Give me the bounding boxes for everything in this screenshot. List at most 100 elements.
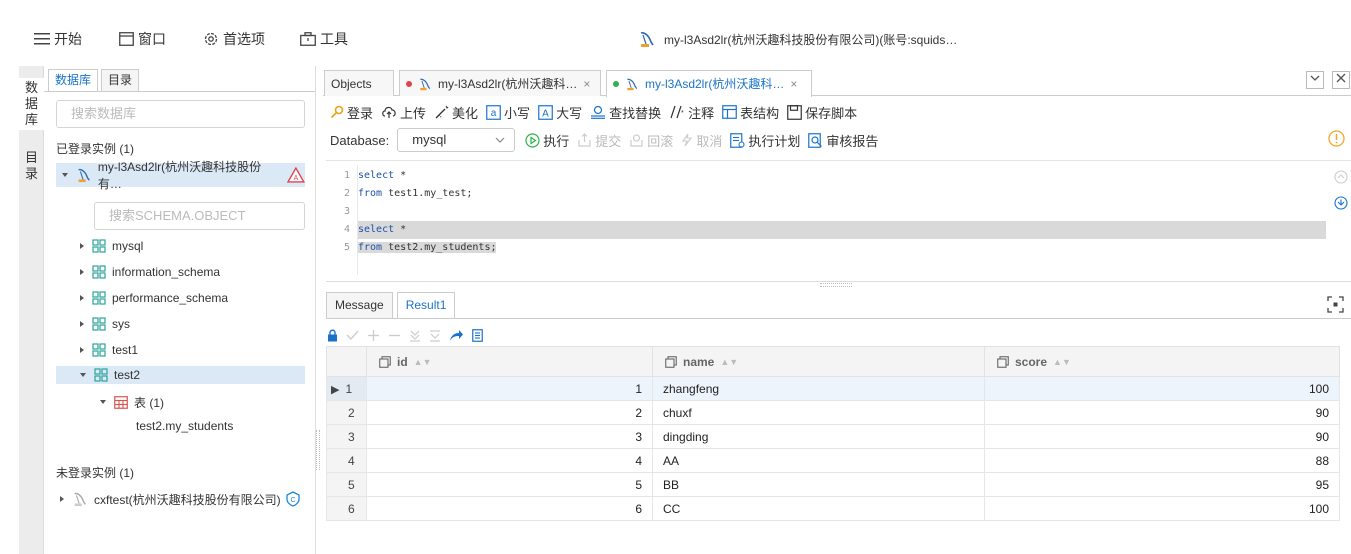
comment-button[interactable]: * 注释	[669, 103, 714, 122]
schema-item-test1[interactable]: test1	[80, 341, 138, 359]
schema-item-mysql[interactable]: mysql	[80, 237, 143, 255]
lock-icon[interactable]	[327, 329, 338, 342]
table-row[interactable]: 5 5 BB 95	[326, 472, 1340, 497]
login-label: 登录	[347, 105, 374, 121]
sidebar-tab-database[interactable]: 数据库	[48, 69, 99, 91]
divider	[326, 318, 1351, 319]
cell-score[interactable]: 100	[984, 376, 1340, 401]
menu-preferences[interactable]: 首选项	[203, 29, 265, 49]
sql-code-editor[interactable]: 1 select * 2 from test1.my_test; 3 4 select…	[326, 160, 1351, 282]
cancel-button[interactable]: 取消	[681, 131, 722, 150]
table-item-label: test2.my_students	[136, 419, 234, 433]
rail-tab-database[interactable]: 数据库	[19, 78, 44, 130]
cell-score[interactable]: 95	[984, 472, 1340, 497]
cell-score[interactable]: 100	[984, 496, 1340, 521]
table-row[interactable]: ▶ 1 1 zhangfeng 100	[326, 376, 1340, 401]
execution-plan-button[interactable]: 执行计划	[730, 131, 800, 150]
move-bottom-icon[interactable]	[429, 329, 441, 342]
close-icon[interactable]: ×	[790, 72, 797, 96]
sort-icon[interactable]: ▲▼	[720, 357, 738, 367]
rollback-button[interactable]: 回滚	[629, 131, 673, 150]
cell-name[interactable]: BB	[652, 472, 985, 497]
cell-id[interactable]: 6	[366, 496, 653, 521]
table-row[interactable]: 2 2 chuxf 90	[326, 400, 1340, 425]
sort-icon[interactable]: ▲▼	[414, 357, 432, 367]
menu-tools[interactable]: 工具	[300, 29, 348, 49]
delete-row-icon[interactable]	[388, 329, 401, 342]
tab-result1[interactable]: Result1	[396, 292, 456, 318]
cell-id[interactable]: 4	[366, 448, 653, 473]
close-panel-button[interactable]	[1332, 71, 1350, 89]
schema-search-input[interactable]: 搜索SCHEMA.OBJECT	[94, 202, 305, 230]
schema-item-information-schema[interactable]: information_schema	[80, 263, 220, 281]
uppercase-button[interactable]: A 大写	[538, 103, 582, 122]
upload-button[interactable]: 上传	[381, 103, 426, 122]
cell-name[interactable]: zhangfeng	[652, 376, 985, 401]
save-script-button[interactable]: 保存脚本	[787, 103, 857, 122]
tab-objects[interactable]: Objects	[324, 70, 394, 96]
audit-report-button[interactable]: 审核报告	[808, 131, 878, 150]
close-icon[interactable]: ×	[583, 72, 590, 96]
commit-button[interactable]: 提交	[577, 131, 621, 150]
cell-score[interactable]: 88	[984, 448, 1340, 473]
menu-window[interactable]: 窗口	[119, 29, 166, 49]
menu-start[interactable]: 开始	[34, 29, 82, 49]
execute-button[interactable]: 执行	[525, 131, 569, 150]
tab-sql-editor-1[interactable]: my-l3Asd2lr(杭州沃趣科… ×	[399, 70, 601, 96]
database-search-input[interactable]: 搜索数据库	[56, 100, 305, 128]
table-row[interactable]: 3 3 dingding 90	[326, 424, 1340, 449]
collapse-button[interactable]	[1306, 71, 1324, 89]
fullscreen-icon[interactable]	[1327, 296, 1344, 313]
sidebar-resize-handle[interactable]	[316, 430, 320, 470]
table-row[interactable]: 6 6 CC 100	[326, 496, 1340, 521]
tab-message[interactable]: Message	[326, 292, 393, 318]
cell-name[interactable]: AA	[652, 448, 985, 473]
beautify-button[interactable]: 美化	[434, 103, 478, 122]
database-select[interactable]: mysql	[397, 128, 516, 152]
cell-id[interactable]: 1	[366, 376, 653, 401]
move-down-icon[interactable]	[409, 329, 421, 342]
unlogged-instance-row[interactable]: cxftest(杭州沃趣科技股份有限公司) C	[60, 490, 301, 508]
vertical-tab-rail: 数据库 目录	[19, 66, 44, 554]
lowercase-button[interactable]: a 小写	[486, 103, 530, 122]
schema-item-test2[interactable]: test2	[56, 366, 305, 384]
instance-row[interactable]: my-l3Asd2lr(杭州沃趣科技股份有… A	[56, 160, 305, 191]
cell-name[interactable]: chuxf	[652, 400, 985, 425]
cell-score[interactable]: 90	[984, 424, 1340, 449]
column-header-name[interactable]: name ▲▼	[652, 346, 985, 377]
rail-tab-catalog[interactable]: 目录	[19, 150, 44, 182]
schema-item-sys[interactable]: sys	[80, 315, 130, 333]
find-replace-button[interactable]: 查找替换	[590, 103, 661, 122]
editor-resize-handle[interactable]	[820, 283, 852, 287]
table-group-row[interactable]: 表 (1)	[100, 393, 164, 411]
cell-id[interactable]: 2	[366, 400, 653, 425]
cell-score[interactable]: 90	[984, 400, 1340, 425]
info-warning-icon[interactable]	[1328, 130, 1345, 147]
document-icon[interactable]	[472, 328, 483, 342]
column-header-score[interactable]: score ▲▼	[984, 346, 1340, 377]
table-row[interactable]: 4 4 AA 88	[326, 448, 1340, 473]
row-number: 2	[348, 405, 355, 420]
scroll-up-icon[interactable]	[1334, 170, 1348, 184]
line-number: 1	[343, 170, 350, 181]
scroll-down-icon[interactable]	[1334, 196, 1348, 210]
login-button[interactable]: 登录	[330, 103, 373, 122]
check-icon[interactable]	[346, 329, 359, 341]
cell-name[interactable]: dingding	[652, 424, 985, 449]
table-item-my-students[interactable]: test2.my_students	[136, 417, 233, 435]
schema-item-performance-schema[interactable]: performance_schema	[80, 289, 228, 307]
close-icon	[1336, 73, 1346, 83]
cell-name[interactable]: CC	[652, 496, 985, 521]
table-structure-button[interactable]: 表结构	[722, 103, 779, 122]
sort-icon[interactable]: ▲▼	[1053, 357, 1071, 367]
svg-text:a: a	[491, 108, 497, 119]
sidebar-tab-catalog[interactable]: 目录	[101, 69, 140, 91]
cell-id[interactable]: 3	[366, 424, 653, 449]
column-header-id[interactable]: id ▲▼	[366, 346, 653, 377]
schema-icon	[94, 368, 108, 382]
tab-sql-editor-2[interactable]: my-l3Asd2lr(杭州沃趣科… ×	[606, 70, 812, 97]
share-arrow-icon[interactable]	[449, 329, 464, 342]
cell-id[interactable]: 5	[366, 472, 653, 497]
add-row-icon[interactable]	[367, 329, 380, 342]
lightning-icon	[682, 133, 693, 147]
